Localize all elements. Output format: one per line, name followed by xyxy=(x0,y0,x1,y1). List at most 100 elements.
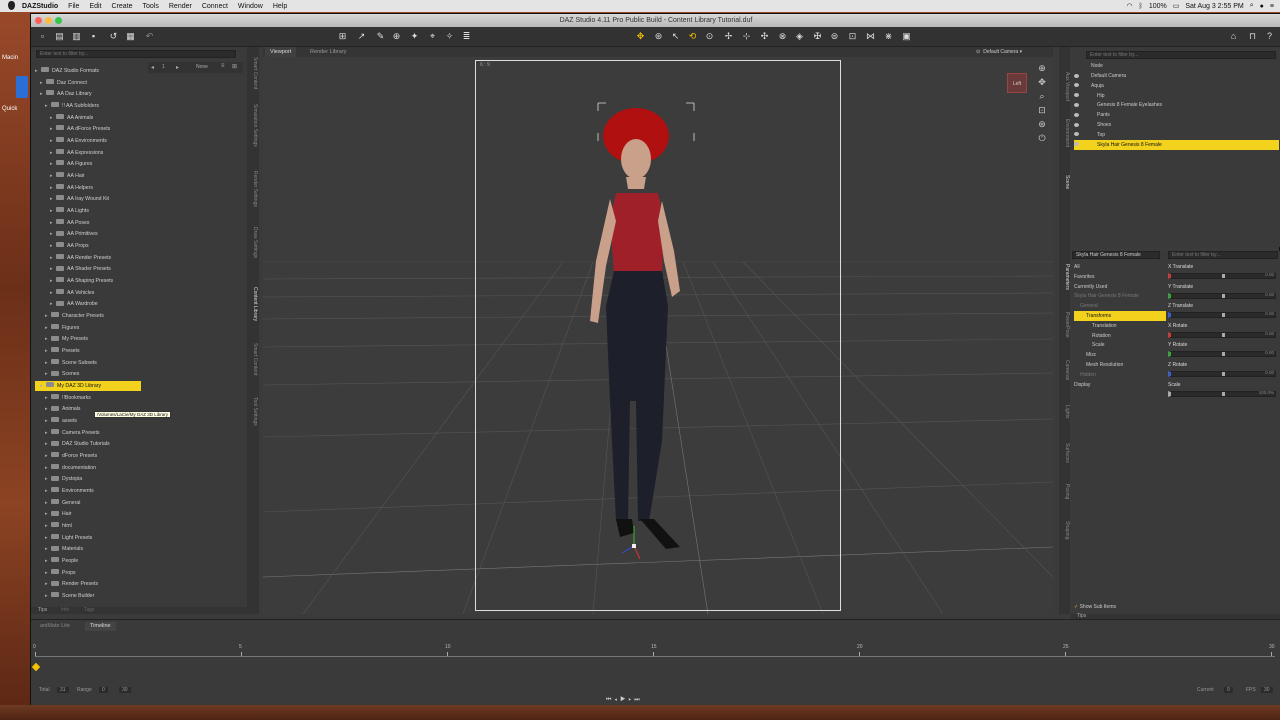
menu-render[interactable]: Render xyxy=(164,3,197,10)
scene-node[interactable]: Top xyxy=(1074,130,1279,140)
vtab-content-library[interactable]: Content Library xyxy=(248,279,258,329)
tree-item[interactable]: ▸ Figures xyxy=(45,323,79,333)
tree-item[interactable]: ▸ AA Wardrobe xyxy=(50,299,98,309)
view-cube[interactable]: Left xyxy=(1007,73,1027,93)
revert-icon[interactable]: ↺ xyxy=(108,31,119,42)
tree-item[interactable]: ▸ AA Shaping Presets xyxy=(50,276,113,286)
tree-item[interactable]: ▸ My Presets xyxy=(45,334,88,344)
character-figure[interactable] xyxy=(576,101,746,581)
menu-create[interactable]: Create xyxy=(107,3,138,10)
merge-icon[interactable]: ▥ xyxy=(71,31,82,42)
menu-icon[interactable]: ≡ xyxy=(1270,3,1274,10)
emitter-icon[interactable]: ⋈ xyxy=(865,31,876,42)
frame-icon[interactable]: ⊡ xyxy=(1035,103,1049,117)
vtab-render-settings[interactable]: Render Settings xyxy=(248,164,258,214)
region-nav-icon[interactable]: ⊗ xyxy=(777,31,788,42)
vtab-environment[interactable]: Environment xyxy=(1060,113,1070,153)
scene-node[interactable]: Shoes xyxy=(1074,120,1279,130)
parameter-slider[interactable]: Z Translate 0.00 xyxy=(1166,303,1278,322)
scene-filter[interactable]: Enter text to filter by... xyxy=(1086,51,1276,59)
tree-item[interactable]: ▸ Props xyxy=(45,568,76,578)
parameter-group[interactable]: Display xyxy=(1074,380,1166,390)
scene-node[interactable]: Genesis 8 Female Eyelashes xyxy=(1074,100,1279,110)
help-icon[interactable]: ? xyxy=(1264,31,1275,42)
parameters-node-select[interactable]: Skyla Hair Genesis 8 Female xyxy=(1072,251,1160,259)
vtab-shaping[interactable]: Shaping xyxy=(1060,513,1070,548)
slider-knob[interactable] xyxy=(1222,293,1225,298)
open-icon[interactable]: ▤ xyxy=(54,31,65,42)
weight-map-icon[interactable]: ⊡ xyxy=(847,31,858,42)
parameter-group[interactable]: General xyxy=(1074,301,1166,311)
scene-node[interactable]: Hip xyxy=(1074,91,1279,101)
list-view-icon[interactable]: ≡ xyxy=(221,63,225,69)
tab-animate-lite[interactable]: aniMate Lite xyxy=(35,622,75,631)
tree-item[interactable]: ▸ AA Figures xyxy=(50,159,92,169)
battery-percent[interactable]: 100% xyxy=(1149,3,1167,10)
tree-item[interactable]: ▸ AA Lights xyxy=(50,206,89,216)
slider-value[interactable]: 0.00 xyxy=(1265,272,1274,277)
menu-window[interactable]: Window xyxy=(233,3,268,10)
tree-item[interactable]: ▸ Character Presets xyxy=(45,311,104,321)
zoom-icon[interactable]: ⌕ xyxy=(1035,89,1049,103)
pointer-tool-icon[interactable]: ↖ xyxy=(670,31,681,42)
active-pose-icon[interactable]: ⟲ xyxy=(687,31,698,42)
tree-item[interactable]: ▸ AA Props xyxy=(50,241,89,251)
tree-item[interactable]: ▸ AA Render Presets xyxy=(50,253,111,263)
slider-value[interactable]: 0.00 xyxy=(1265,370,1274,375)
tab-timeline[interactable]: Timeline xyxy=(85,622,116,631)
tree-item[interactable]: ▸ AA Expressions xyxy=(50,148,103,158)
tree-item[interactable]: ▸ AA Daz Library xyxy=(40,89,92,99)
orbit-icon[interactable]: ⊕ xyxy=(1035,61,1049,75)
tab-info[interactable]: Info xyxy=(61,607,69,613)
visibility-eye-icon[interactable] xyxy=(1074,83,1079,88)
tree-item[interactable]: ▸ Presets xyxy=(45,346,80,356)
filter-none[interactable]: None xyxy=(196,64,208,70)
slider-knob[interactable] xyxy=(1222,332,1225,337)
scene-node[interactable]: Skyla Hair Genesis 8 Female xyxy=(1074,139,1279,150)
universal-tool-icon[interactable]: ✥ xyxy=(635,31,646,42)
spline-icon[interactable]: ⋇ xyxy=(883,31,894,42)
tab-viewport[interactable]: Viewport xyxy=(265,47,297,57)
tree-item[interactable]: ▸ AA Primitives xyxy=(50,229,98,239)
parameter-group[interactable]: Skyla Hair Genesis 8 Female xyxy=(1074,291,1166,301)
zoom-window-icon[interactable] xyxy=(55,17,62,24)
spot-render-icon[interactable]: ⊙ xyxy=(704,31,715,42)
lock-icon[interactable]: ⊓ xyxy=(1247,31,1258,42)
tree-item[interactable]: ▸ Render Presets xyxy=(45,579,98,589)
vtab-draw-settings[interactable]: Draw Settings xyxy=(248,223,258,263)
new-scene-icon[interactable]: ▫ xyxy=(37,31,48,42)
parameter-group[interactable]: Translation xyxy=(1074,321,1166,331)
transfer-icon[interactable]: ⊜ xyxy=(829,31,840,42)
tree-item[interactable]: ▸ AA Vehicles xyxy=(50,288,94,298)
tree-item[interactable]: ▸ Hair xyxy=(45,509,72,519)
battery-icon[interactable]: ▭ xyxy=(1173,2,1180,10)
tree-item[interactable]: ▸ Environments xyxy=(45,486,94,496)
current-value[interactable]: 0 xyxy=(1224,687,1233,693)
menu-tools[interactable]: Tools xyxy=(138,3,164,10)
vtab-powerpose[interactable]: PowerPose xyxy=(1060,305,1070,345)
vtab-posing[interactable]: Posing xyxy=(1060,477,1070,507)
vtab-lights[interactable]: Lights xyxy=(1060,397,1070,427)
tab-tips[interactable]: Tips xyxy=(38,607,47,613)
slider-value[interactable]: 0.00 xyxy=(1265,292,1274,297)
tree-item[interactable]: ▸ Materials xyxy=(45,544,83,554)
tool-icon-6[interactable]: ⌖ xyxy=(427,31,438,42)
tool-icon-5[interactable]: ✦ xyxy=(409,31,420,42)
tool-icon-7[interactable]: ✧ xyxy=(444,31,455,42)
search-icon[interactable]: ⌕ xyxy=(1250,2,1254,10)
visibility-eye-icon[interactable] xyxy=(1074,73,1079,78)
vtab-smart-content-2[interactable]: Smart Content xyxy=(248,337,258,382)
back-icon[interactable]: ◂ xyxy=(151,64,154,71)
tree-item[interactable]: ▸ AA Poses xyxy=(50,218,90,228)
parameter-group[interactable]: All xyxy=(1074,262,1166,272)
tree-item[interactable]: ▸ dForce Presets xyxy=(45,451,97,461)
visibility-eye-icon[interactable] xyxy=(1074,132,1079,137)
tree-item[interactable]: ▸ Scene Builder xyxy=(45,591,94,601)
slider-value[interactable]: 0.00 xyxy=(1265,350,1274,355)
tree-item[interactable]: ▸ DAZ Studio Tutorials xyxy=(45,439,110,449)
desktop-label-disk[interactable]: Macin xyxy=(2,55,18,61)
parameter-group[interactable]: Hidden xyxy=(1074,370,1166,380)
parameter-group[interactable]: Rotation xyxy=(1074,331,1166,341)
tree-item[interactable]: ▸!! AA Subfolders xyxy=(45,101,99,111)
slider-value[interactable]: 100.0% xyxy=(1259,390,1274,395)
